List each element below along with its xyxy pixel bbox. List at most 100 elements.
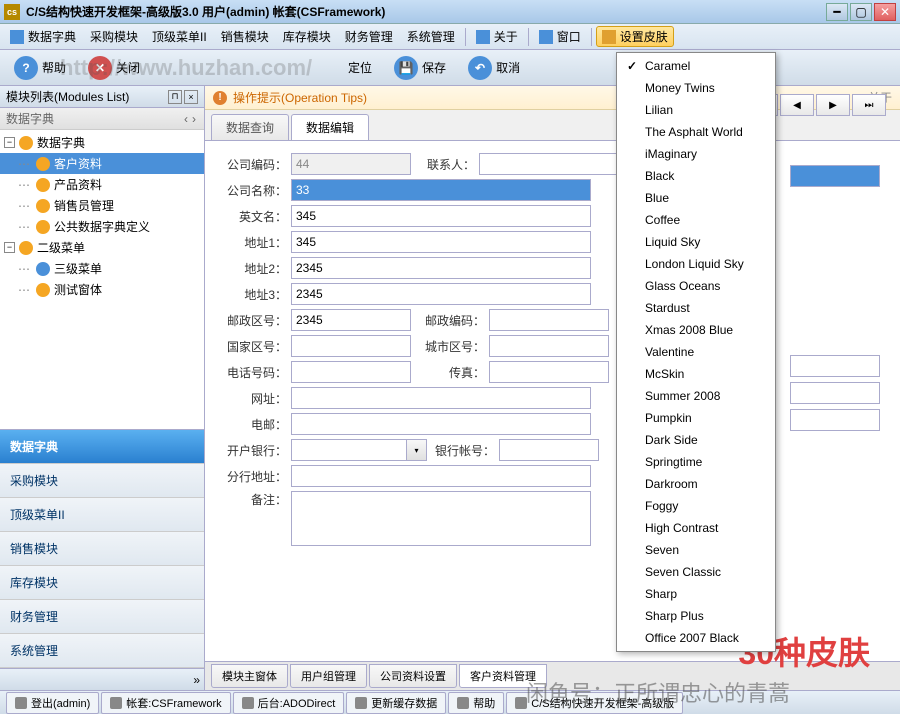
input-city[interactable] (489, 335, 609, 357)
skin-item-black[interactable]: Black (619, 165, 773, 187)
input-english-name[interactable] (291, 205, 591, 227)
input-contact[interactable] (479, 153, 634, 175)
input-phone[interactable] (291, 361, 411, 383)
tree-node-4[interactable]: ⋯公共数据字典定义 (0, 216, 204, 237)
nav-last-button[interactable]: ⏭ (852, 94, 886, 116)
input-account[interactable] (499, 439, 599, 461)
nav-prev-button[interactable]: ◀ (780, 94, 814, 116)
skin-item-the-asphalt-world[interactable]: The Asphalt World (619, 121, 773, 143)
skin-item-sharp[interactable]: Sharp (619, 583, 773, 605)
toolbar-save[interactable]: 💾保存 (386, 52, 454, 84)
input-bank[interactable] (291, 439, 407, 461)
menu-sales[interactable]: 销售模块 (215, 26, 275, 47)
tree-node-1[interactable]: ⋯客户资料 (0, 153, 204, 174)
tab-edit[interactable]: 数据编辑 (291, 114, 369, 140)
tree-node-2[interactable]: ⋯产品资料 (0, 174, 204, 195)
skin-item-lilian[interactable]: Lilian (619, 99, 773, 121)
input-postal[interactable] (291, 309, 411, 331)
sidenav-item-6[interactable]: 系统管理 (0, 634, 204, 668)
tree-prev-icon[interactable]: ‹ (182, 112, 190, 126)
skin-item-liquid-sky[interactable]: Liquid Sky (619, 231, 773, 253)
skin-item-seven-classic[interactable]: Seven Classic (619, 561, 773, 583)
btab-company[interactable]: 公司资料设置 (369, 664, 457, 688)
right-field-2[interactable] (790, 355, 880, 377)
skin-item-summer-2008[interactable]: Summer 2008 (619, 385, 773, 407)
skin-item-blue[interactable]: Blue (619, 187, 773, 209)
menu-skin[interactable]: 设置皮肤 (596, 26, 674, 47)
skin-item-office-2007-black[interactable]: Office 2007 Black (619, 627, 773, 649)
input-postal-code[interactable] (489, 309, 609, 331)
menu-topmenu2[interactable]: 顶级菜单II (146, 26, 213, 47)
bank-dropdown-icon[interactable]: ▾ (407, 439, 427, 461)
toolbar-locate[interactable]: 定位 (340, 55, 380, 80)
skin-item-springtime[interactable]: Springtime (619, 451, 773, 473)
input-url[interactable] (291, 387, 591, 409)
sidenav-item-2[interactable]: 顶级菜单II (0, 498, 204, 532)
skin-item-glass-oceans[interactable]: Glass Oceans (619, 275, 773, 297)
sidenav-item-5[interactable]: 财务管理 (0, 600, 204, 634)
sidenav-item-0[interactable]: 数据字典 (0, 430, 204, 464)
tree-node-7[interactable]: ⋯测试窗体 (0, 279, 204, 300)
menu-about[interactable]: 关于 (470, 26, 524, 47)
input-email[interactable] (291, 413, 591, 435)
menu-finance[interactable]: 财务管理 (339, 26, 399, 47)
input-country[interactable] (291, 335, 411, 357)
skin-item-valentine[interactable]: Valentine (619, 341, 773, 363)
skin-item-london-liquid-sky[interactable]: London Liquid Sky (619, 253, 773, 275)
tab-query[interactable]: 数据查询 (211, 114, 289, 140)
skin-item-dark-side[interactable]: Dark Side (619, 429, 773, 451)
right-field-1[interactable] (790, 165, 880, 187)
skin-item-darkroom[interactable]: Darkroom (619, 473, 773, 495)
menu-inventory[interactable]: 库存模块 (277, 26, 337, 47)
menu-system[interactable]: 系统管理 (401, 26, 461, 47)
sidebar-close-button[interactable]: × (184, 90, 198, 104)
right-field-4[interactable] (790, 409, 880, 431)
nav-next-button[interactable]: ▶ (816, 94, 850, 116)
input-company-code[interactable] (291, 153, 411, 175)
tree-node-3[interactable]: ⋯销售员管理 (0, 195, 204, 216)
maximize-button[interactable]: ▢ (850, 3, 872, 21)
tree-node-0[interactable]: −数据字典 (0, 132, 204, 153)
status-item-0[interactable]: 登出(admin) (6, 692, 99, 714)
sidenav-item-3[interactable]: 销售模块 (0, 532, 204, 566)
input-branch[interactable] (291, 465, 591, 487)
skin-item-pumpkin[interactable]: Pumpkin (619, 407, 773, 429)
sidebar-expand-icon[interactable]: » (193, 673, 200, 687)
skin-item-caramel[interactable]: Caramel (619, 55, 773, 77)
skin-item-mcskin[interactable]: McSkin (619, 363, 773, 385)
btab-usergroup[interactable]: 用户组管理 (290, 664, 367, 688)
skin-item-coffee[interactable]: Coffee (619, 209, 773, 231)
input-addr3[interactable] (291, 283, 591, 305)
minimize-button[interactable]: ━ (826, 3, 848, 21)
skin-item-money-twins[interactable]: Money Twins (619, 77, 773, 99)
status-item-1[interactable]: 帐套:CSFramework (101, 692, 230, 714)
btab-module-main[interactable]: 模块主窗体 (211, 664, 288, 688)
tree-node-6[interactable]: ⋯三级菜单 (0, 258, 204, 279)
status-item-4[interactable]: 帮助 (448, 692, 504, 714)
status-item-3[interactable]: 更新缓存数据 (346, 692, 446, 714)
skin-item-imaginary[interactable]: iMaginary (619, 143, 773, 165)
tree-next-icon[interactable]: › (190, 112, 198, 126)
input-remark[interactable] (291, 491, 591, 546)
menu-purchase[interactable]: 采购模块 (84, 26, 144, 47)
skin-item-seven[interactable]: Seven (619, 539, 773, 561)
skin-item-xmas-2008-blue[interactable]: Xmas 2008 Blue (619, 319, 773, 341)
input-fax[interactable] (489, 361, 609, 383)
skin-item-stardust[interactable]: Stardust (619, 297, 773, 319)
skin-item-foggy[interactable]: Foggy (619, 495, 773, 517)
sidenav-item-4[interactable]: 库存模块 (0, 566, 204, 600)
right-field-3[interactable] (790, 382, 880, 404)
input-addr2[interactable] (291, 257, 591, 279)
tree-node-5[interactable]: −二级菜单 (0, 237, 204, 258)
close-button[interactable]: ✕ (874, 3, 896, 21)
status-item-2[interactable]: 后台:ADODirect (233, 692, 345, 714)
input-company-name[interactable] (291, 179, 591, 201)
toolbar-cancel[interactable]: ↶取消 (460, 52, 528, 84)
menu-window[interactable]: 窗口 (533, 26, 587, 47)
sidenav-item-1[interactable]: 采购模块 (0, 464, 204, 498)
skin-item-sharp-plus[interactable]: Sharp Plus (619, 605, 773, 627)
menu-data-dict[interactable]: 数据字典 (4, 26, 82, 47)
sidebar-pin-button[interactable]: ⊓ (168, 90, 182, 104)
input-addr1[interactable] (291, 231, 591, 253)
skin-item-high-contrast[interactable]: High Contrast (619, 517, 773, 539)
